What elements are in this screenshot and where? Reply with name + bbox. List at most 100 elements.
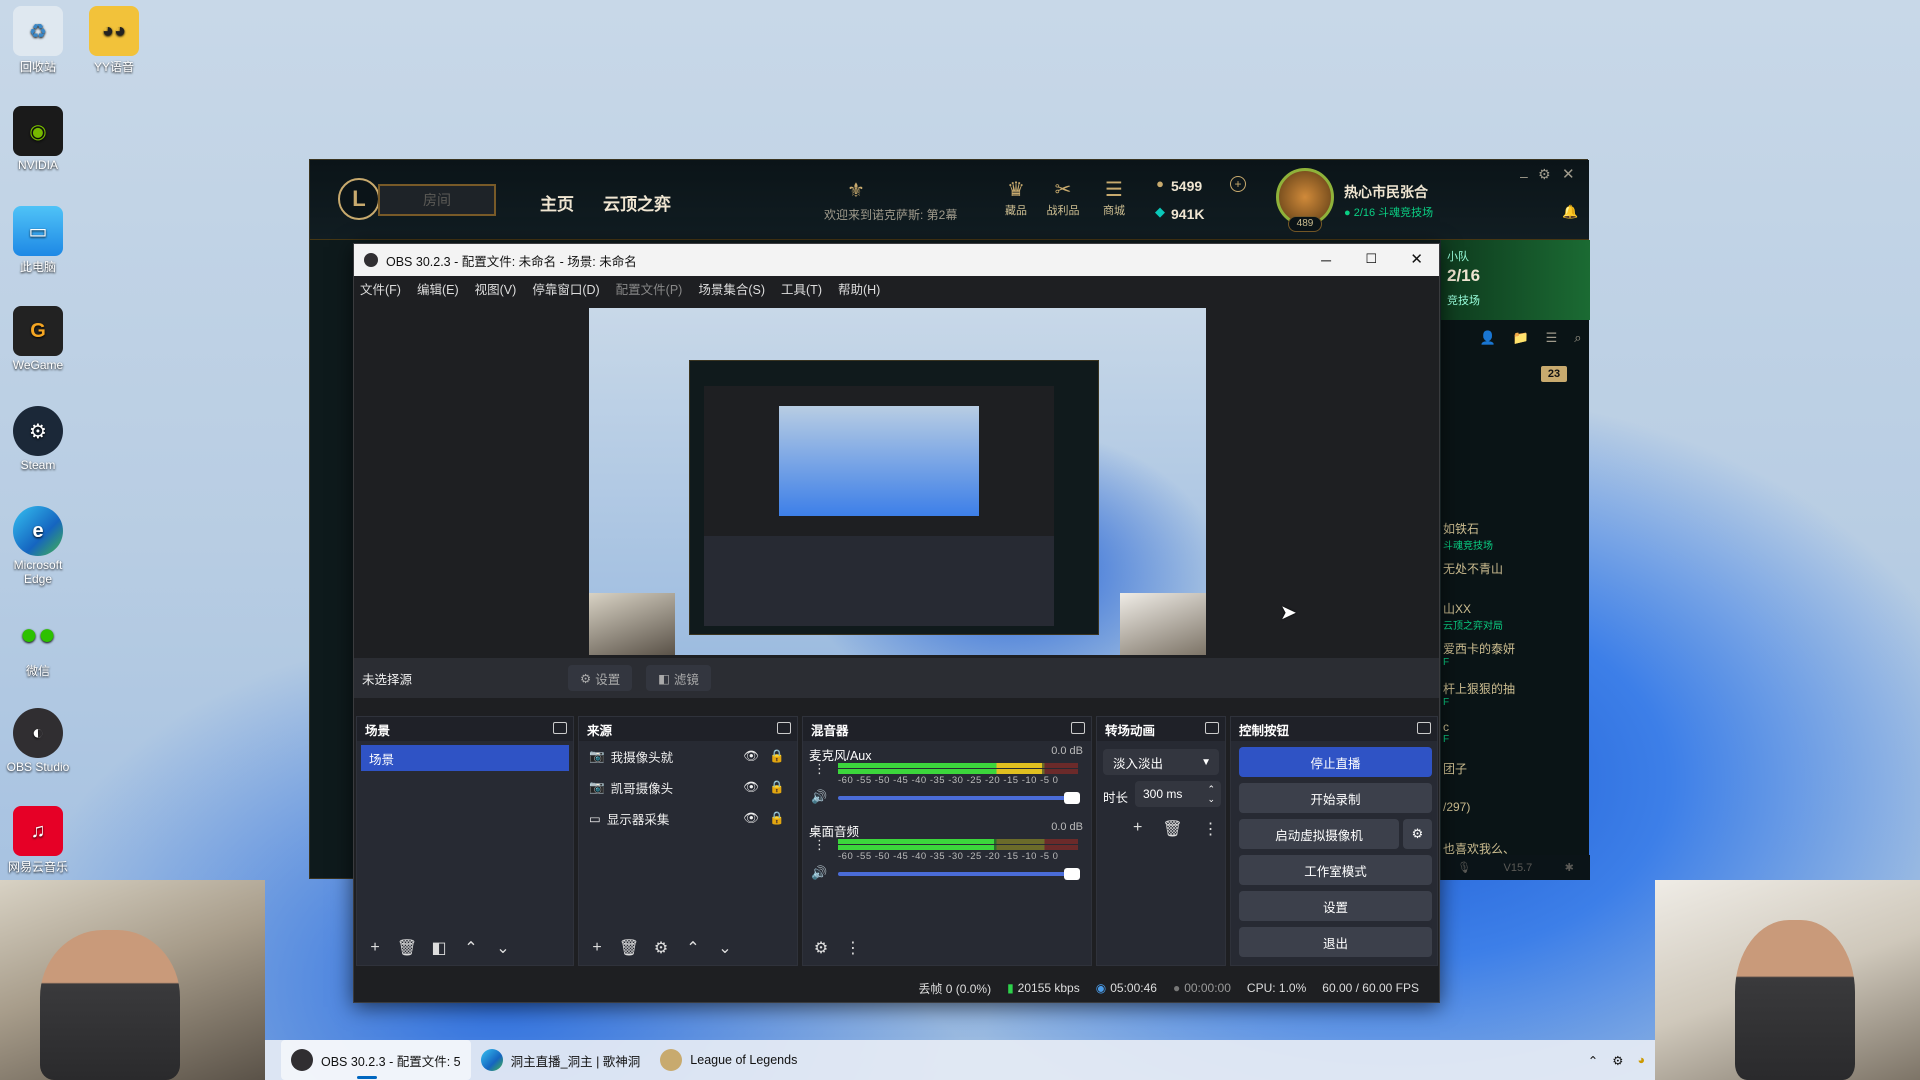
popout-icon[interactable] bbox=[777, 722, 791, 734]
visibility-eye-icon[interactable]: 👁 bbox=[743, 749, 759, 764]
more-options-icon[interactable]: ⋮ bbox=[841, 938, 865, 958]
taskbar-item-edge[interactable]: 洞主直播_洞主 | 歌神洞 bbox=[471, 1040, 651, 1080]
menu-item[interactable]: 文件(F) bbox=[360, 279, 401, 298]
desktop-icon-wechat[interactable]: ●● 微信 bbox=[0, 610, 76, 679]
studio-mode-button[interactable]: 工作室模式 bbox=[1239, 855, 1432, 885]
start-virtual-camera-button[interactable]: 启动虚拟摄像机 bbox=[1239, 819, 1399, 849]
menu-item[interactable]: 场景集合(S) bbox=[698, 279, 765, 298]
duration-input[interactable]: 300 ms ⌃ ⌄ bbox=[1135, 781, 1221, 807]
source-item[interactable]: ▭ 显示器采集 👁 🔒 bbox=[579, 803, 797, 834]
more-options-icon[interactable]: ⋮ bbox=[1203, 819, 1219, 839]
add-icon[interactable]: + bbox=[363, 939, 387, 957]
speaker-icon[interactable]: 🔊 bbox=[811, 789, 827, 805]
menu-item[interactable]: 帮助(H) bbox=[838, 279, 880, 298]
more-options-icon[interactable]: ⋮ bbox=[813, 837, 826, 853]
arrow-down-icon[interactable]: ⌄ bbox=[491, 938, 515, 958]
visibility-eye-icon[interactable]: 👁 bbox=[743, 780, 759, 795]
lol-nav-home[interactable]: 主页 bbox=[540, 190, 574, 215]
transition-select[interactable]: 淡入淡出 ▼ bbox=[1103, 749, 1219, 775]
taskbar-item-lol[interactable]: League of Legends bbox=[650, 1040, 807, 1080]
close-button[interactable]: ✕ bbox=[1410, 250, 1423, 268]
lock-icon[interactable]: 🔒 bbox=[769, 749, 785, 764]
menu-item[interactable]: 停靠窗口(D) bbox=[532, 279, 599, 298]
lol-close-icon[interactable]: ✕ bbox=[1562, 165, 1575, 183]
arrow-down-icon[interactable]: ⌄ bbox=[713, 938, 737, 958]
scene-item[interactable]: 场景 bbox=[361, 745, 569, 771]
lol-minimize-icon[interactable]: – bbox=[1520, 168, 1528, 184]
stop-streaming-button[interactable]: 停止直播 bbox=[1239, 747, 1432, 777]
friend-item[interactable]: 无处不青山 bbox=[1441, 560, 1590, 600]
volume-slider[interactable] bbox=[838, 868, 1080, 880]
chevron-up-icon[interactable]: ⌃ bbox=[1588, 1053, 1598, 1068]
filter-icon[interactable]: ◧ bbox=[427, 938, 451, 958]
lol-store-button[interactable]: ☰ 商城 bbox=[1094, 178, 1134, 218]
menu-item[interactable]: 配置文件(P) bbox=[616, 279, 683, 298]
desktop-icon-nvidia[interactable]: ◉ NVIDIA bbox=[0, 106, 76, 172]
desktop-icon-netease[interactable]: ♫ 网易云音乐 bbox=[0, 806, 76, 875]
friend-item[interactable]: 山XX 云顶之弈对局 bbox=[1441, 600, 1590, 640]
visibility-eye-icon[interactable]: 👁 bbox=[743, 811, 759, 826]
friend-item[interactable]: 团子 bbox=[1441, 760, 1590, 800]
taskbar-item-obs[interactable]: OBS 30.2.3 - 配置文件: 5 bbox=[281, 1040, 471, 1080]
search-icon[interactable]: ⌕ bbox=[1574, 330, 1581, 346]
popout-icon[interactable] bbox=[1205, 722, 1219, 734]
gear-icon[interactable]: ⚙ bbox=[649, 938, 673, 958]
add-icon[interactable]: + bbox=[585, 939, 609, 957]
settings-button[interactable]: 设置 bbox=[1239, 891, 1432, 921]
arrow-up-icon[interactable]: ⌃ bbox=[459, 938, 483, 958]
notification-bell-icon[interactable]: 🔔 bbox=[1562, 204, 1578, 220]
source-item[interactable]: 📷 凯哥摄像头 👁 🔒 bbox=[579, 772, 797, 803]
lol-collection-button[interactable]: ♛ 藏品 bbox=[996, 178, 1036, 218]
lol-settings-icon[interactable]: ⚙ bbox=[1538, 166, 1551, 183]
preview-canvas[interactable] bbox=[589, 308, 1206, 655]
steam-tray-icon[interactable]: ⚙ bbox=[1612, 1053, 1623, 1068]
volume-slider[interactable] bbox=[838, 792, 1080, 804]
stepper-icon[interactable]: ⌃ ⌄ bbox=[1207, 784, 1215, 804]
popout-icon[interactable] bbox=[1071, 722, 1085, 734]
properties-button[interactable]: ⚙ 设置 bbox=[568, 665, 633, 691]
popout-icon[interactable] bbox=[553, 722, 567, 734]
menu-item[interactable]: 工具(T) bbox=[781, 279, 822, 298]
friend-item[interactable]: 杆上狠狠的抽 F bbox=[1441, 680, 1590, 720]
summoner-name[interactable]: 热心市民张合 bbox=[1344, 182, 1428, 202]
desktop-icon-edge[interactable]: e Microsoft Edge bbox=[0, 506, 76, 586]
desktop-icon-yy[interactable]: ◕◕ YY语音 bbox=[76, 6, 152, 75]
bug-report-icon[interactable]: ✱ bbox=[1565, 861, 1574, 874]
lol-play-button[interactable]: 房间 bbox=[378, 184, 496, 216]
friend-item[interactable]: 爱西卡的泰妍 F bbox=[1441, 640, 1590, 680]
desktop-icon-wegame[interactable]: G WeGame bbox=[0, 306, 76, 372]
yy-tray-icon[interactable]: ◕ bbox=[1637, 1053, 1645, 1067]
list-icon[interactable]: ☰ bbox=[1546, 330, 1558, 346]
arrow-up-icon[interactable]: ⌃ bbox=[681, 938, 705, 958]
lol-loot-button[interactable]: ✂ 战利品 bbox=[1043, 178, 1083, 218]
lol-logo-icon[interactable]: L bbox=[338, 178, 380, 220]
desktop-icon-recycle-bin[interactable]: ♻ 回收站 bbox=[0, 6, 76, 75]
lock-icon[interactable]: 🔒 bbox=[769, 811, 785, 826]
add-icon[interactable]: + bbox=[1133, 819, 1142, 839]
friend-item[interactable]: 如铁石 斗魂竞技场 bbox=[1441, 520, 1590, 560]
buy-currency-icon[interactable]: + bbox=[1230, 176, 1246, 192]
friend-item[interactable]: cF bbox=[1441, 720, 1590, 760]
filters-button[interactable]: ◧ 滤镜 bbox=[646, 665, 711, 691]
source-item[interactable]: 📷 我摄像头就 👁 🔒 bbox=[579, 741, 797, 772]
add-friend-icon[interactable]: 👤 bbox=[1479, 330, 1495, 346]
folder-icon[interactable]: 📁 bbox=[1513, 330, 1529, 346]
menu-item[interactable]: 视图(V) bbox=[475, 279, 517, 298]
maximize-button[interactable]: ☐ bbox=[1365, 251, 1377, 267]
friend-item[interactable]: /297) bbox=[1441, 800, 1590, 840]
lol-event-icon[interactable]: ⚜ bbox=[826, 178, 886, 203]
more-options-icon[interactable]: ⋮ bbox=[813, 761, 826, 777]
menu-item[interactable]: 编辑(E) bbox=[417, 279, 459, 298]
lock-icon[interactable]: 🔒 bbox=[769, 780, 785, 795]
speaker-icon[interactable]: 🔊 bbox=[811, 865, 827, 881]
desktop-icon-steam[interactable]: ⚙ Steam bbox=[0, 406, 76, 472]
exit-button[interactable]: 退出 bbox=[1239, 927, 1432, 957]
voice-icon[interactable]: 🎙 bbox=[1457, 861, 1471, 874]
desktop-icon-this-pc[interactable]: ▭ 此电脑 bbox=[0, 206, 76, 275]
trash-icon[interactable]: 🗑 bbox=[617, 938, 641, 958]
desktop-icon-obs[interactable]: ◐ OBS Studio bbox=[0, 708, 76, 774]
virtual-camera-settings-icon[interactable]: ⚙ bbox=[1403, 819, 1432, 849]
trash-icon[interactable]: 🗑 bbox=[1162, 819, 1182, 839]
gear-icon[interactable]: ⚙ bbox=[809, 938, 833, 958]
minimize-button[interactable]: ─ bbox=[1321, 252, 1331, 268]
